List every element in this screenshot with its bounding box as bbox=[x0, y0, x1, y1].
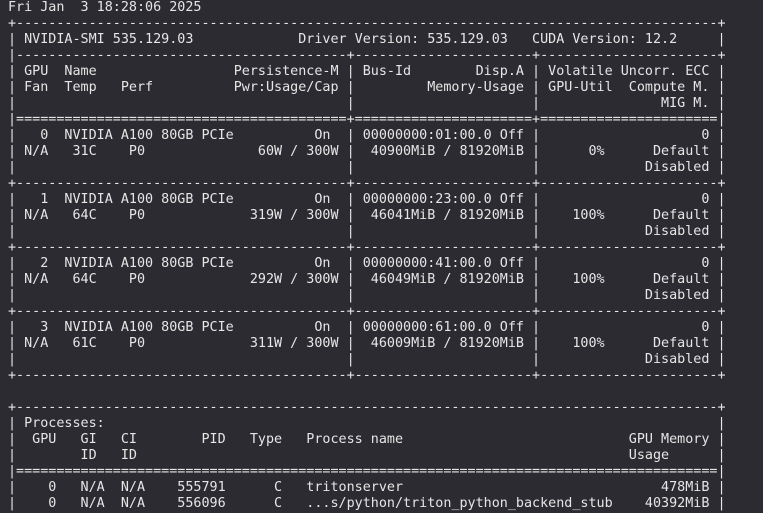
gpu-3-row-1: | 3 NVIDIA A100 80GB PCIe On | 00000000:… bbox=[8, 320, 726, 335]
gpu-0-row-2: | N/A 31C P0 60W / 300W | 40900MiB / 819… bbox=[8, 144, 726, 159]
gpu-0-row-3: | | | Disabled | bbox=[8, 160, 726, 175]
version-header-line: | NVIDIA-SMI 535.129.03 Driver Version: … bbox=[8, 32, 726, 47]
terminal-window[interactable]: Fri Jan 3 18:28:06 2025 +---------------… bbox=[0, 0, 763, 513]
processes-header-line-2: | ID ID Usage | bbox=[8, 448, 726, 463]
gpu-separator: +---------------------------------------… bbox=[8, 240, 726, 255]
gpu-2-row-2: | N/A 64C P0 292W / 300W | 46049MiB / 81… bbox=[8, 272, 726, 287]
gpu-1-row-3: | | | Disabled | bbox=[8, 224, 726, 239]
process-row: | 0 N/A N/A 556096 C ...s/python/triton_… bbox=[8, 496, 726, 511]
processes-header-separator: |=======================================… bbox=[8, 464, 726, 479]
process-row: | 0 N/A N/A 555791 C tritonserver 478MiB… bbox=[8, 480, 726, 495]
table-border-top: +---------------------------------------… bbox=[8, 16, 726, 31]
gpu-0-row-1: | 0 NVIDIA A100 80GB PCIe On | 00000000:… bbox=[8, 128, 726, 143]
gpu-2-row-1: | 2 NVIDIA A100 80GB PCIe On | 00000000:… bbox=[8, 256, 726, 271]
gpu-3-row-3: | | | Disabled | bbox=[8, 352, 726, 367]
gpu-1-row-1: | 1 NVIDIA A100 80GB PCIe On | 00000000:… bbox=[8, 192, 726, 207]
gpu-3-row-2: | N/A 61C P0 311W / 300W | 46009MiB / 81… bbox=[8, 336, 726, 351]
processes-title: | Processes: | bbox=[8, 416, 726, 431]
timestamp-line: Fri Jan 3 18:28:06 2025 bbox=[8, 0, 202, 15]
gpu-2-row-3: | | | Disabled | bbox=[8, 288, 726, 303]
processes-border-top: +---------------------------------------… bbox=[8, 400, 726, 415]
table-divider: |---------------------------------------… bbox=[8, 48, 726, 63]
column-header-line-3: | | | MIG M. | bbox=[8, 96, 726, 111]
column-header-line-1: | GPU Name Persistence-M | Bus-Id Disp.A… bbox=[8, 64, 726, 79]
gpu-separator: +---------------------------------------… bbox=[8, 176, 726, 191]
column-header-line-2: | Fan Temp Perf Pwr:Usage/Cap | Memory-U… bbox=[8, 80, 726, 95]
table-border-bottom: +---------------------------------------… bbox=[8, 368, 726, 383]
header-separator: |=======================================… bbox=[8, 112, 726, 127]
gpu-separator: +---------------------------------------… bbox=[8, 304, 726, 319]
gpu-1-row-2: | N/A 64C P0 319W / 300W | 46041MiB / 81… bbox=[8, 208, 726, 223]
processes-header-line-1: | GPU GI CI PID Type Process name GPU Me… bbox=[8, 432, 726, 447]
